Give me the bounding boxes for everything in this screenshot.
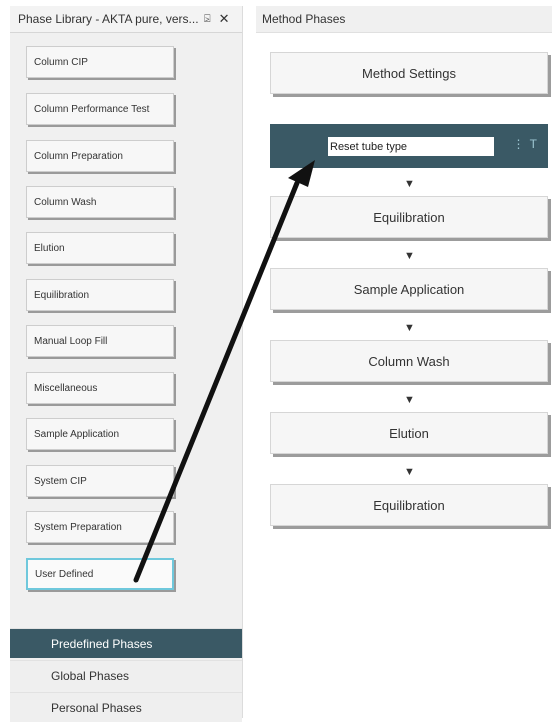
library-phase-label: Column Preparation [34,150,123,162]
method-phase-label: Elution [389,425,429,441]
method-phase-label: Column Wash [368,353,450,369]
tab-label: Personal Phases [51,700,142,715]
flow-arrow-icon: ▼ [404,466,415,478]
phase-name-input[interactable] [328,137,494,156]
method-phases-title: Method Phases [262,12,346,26]
library-phase-user-defined[interactable]: User Defined [26,558,174,590]
library-phase-label: Manual Loop Fill [34,335,108,347]
library-phase-label: User Defined [35,568,94,580]
phase-options-icon[interactable]: ⋮ T [513,137,538,151]
library-phase-label: Miscellaneous [34,382,98,394]
library-phase-system-cip[interactable]: System CIP [26,465,174,497]
library-phase-sample-application[interactable]: Sample Application [26,418,174,450]
method-phase-label: Equilibration [373,497,445,513]
library-phase-elution[interactable]: Elution [26,232,174,264]
library-phase-label: System CIP [34,475,87,487]
method-phase-elution[interactable]: Elution [270,412,548,454]
tab-predefined-phases[interactable]: Predefined Phases [10,628,242,658]
phase-library-header: Phase Library - AKTA pure, vers... ⍄ ✕ [10,6,242,33]
phase-library-title: Phase Library - AKTA pure, vers... [18,12,198,26]
method-phase-equilibration-2[interactable]: Equilibration [270,484,548,526]
library-phase-miscellaneous[interactable]: Miscellaneous [26,372,174,404]
close-icon[interactable]: ✕ [219,11,230,27]
method-phase-label: Equilibration [373,209,445,225]
method-settings-button[interactable]: Method Settings [270,52,548,94]
flow-arrow-icon: ▼ [404,250,415,262]
method-settings-label: Method Settings [362,65,456,81]
library-phase-equilibration[interactable]: Equilibration [26,279,174,311]
method-phase-label: Sample Application [353,281,465,297]
library-phase-label: Column CIP [34,56,88,68]
phase-library-panel: Phase Library - AKTA pure, vers... ⍄ ✕ C… [10,6,243,722]
tab-global-phases[interactable]: Global Phases [10,660,242,690]
library-phase-manual-loop-fill[interactable]: Manual Loop Fill [26,325,174,357]
tab-label: Predefined Phases [51,636,153,651]
method-phase-equilibration[interactable]: Equilibration [270,196,548,238]
library-phase-column-wash[interactable]: Column Wash [26,186,174,218]
library-phase-label: Column Performance Test [34,103,150,115]
library-phase-column-preparation[interactable]: Column Preparation [26,140,174,172]
flow-arrow-icon: ▼ [404,394,415,406]
tab-label: Global Phases [51,668,130,683]
method-phase-sample-application[interactable]: Sample Application [270,268,548,310]
library-phase-label: Sample Application [34,428,120,440]
library-phase-label: System Preparation [34,521,122,533]
flow-arrow-icon: ▼ [404,322,415,334]
method-phases-header: Method Phases [256,6,552,33]
pin-icon[interactable]: ⍄ [204,13,211,26]
method-phase-column-wash[interactable]: Column Wash [270,340,548,382]
library-phase-label: Column Wash [34,196,97,208]
library-phase-label: Equilibration [34,289,90,301]
flow-arrow-icon: ▼ [404,178,415,190]
library-phase-column-cip[interactable]: Column CIP [26,46,174,78]
library-phase-column-performance-test[interactable]: Column Performance Test [26,93,174,125]
method-phases-panel: Method Phases Method Settings ⋮ T ▼ Equi… [256,6,552,718]
library-phase-system-preparation[interactable]: System Preparation [26,511,174,543]
library-phase-label: Elution [34,242,65,254]
new-phase-block[interactable]: ⋮ T [270,124,548,168]
